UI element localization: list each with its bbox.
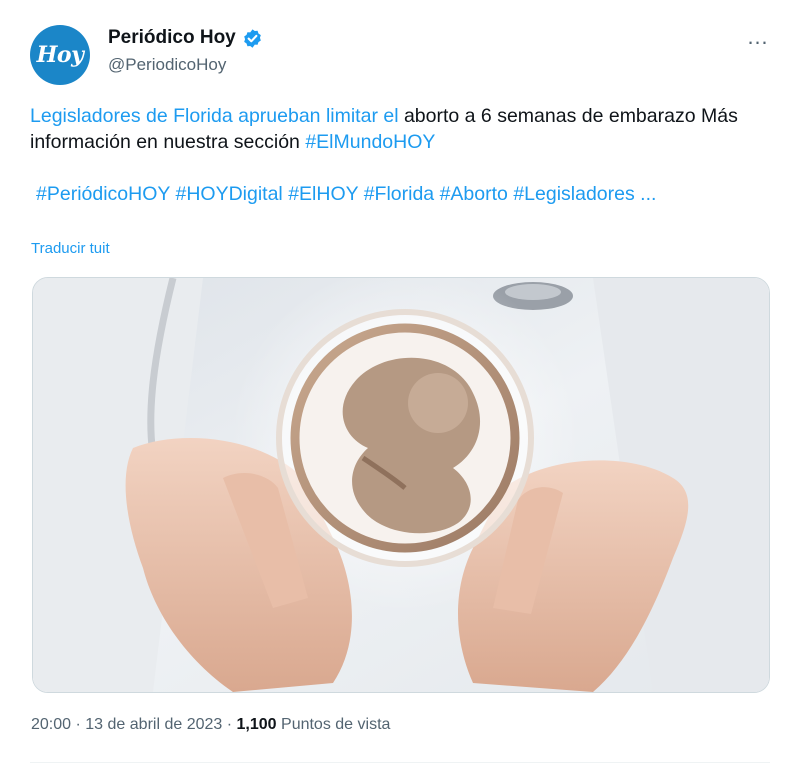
more-icon: … [746,24,770,49]
tweet-text: Legisladores de Florida aprueban limitar… [30,103,760,155]
tweet-link[interactable]: Legisladores de Florida aprueban limitar… [30,105,399,127]
hashtag[interactable]: #HOYDigital [175,183,282,205]
display-name[interactable]: Periódico Hoy [108,27,236,49]
tweet-media-image[interactable] [32,277,770,693]
tweet-time[interactable]: 20:00 [31,716,71,733]
author-handle[interactable]: @PeriodicoHoy [108,55,226,75]
hashtag[interactable]: #PeriódicoHOY [36,183,170,205]
hashtag[interactable]: #ElHOY [288,183,358,205]
tweet-date[interactable]: 13 de abril de 2023 [85,716,222,733]
more-options-button[interactable]: … [740,22,776,52]
verified-badge-icon [242,28,263,49]
avatar[interactable]: Hoy [30,25,90,85]
divider [30,762,770,763]
hashtag[interactable]: #Legisladores ... [513,183,656,205]
tweet-metadata: 20:00 · 13 de abril de 2023 · 1,100 Punt… [31,716,390,734]
views-label: Puntos de vista [281,716,391,733]
tweet-card: Hoy Periódico Hoy @PeriodicoHoy … Legisl… [0,0,800,765]
hashtag[interactable]: #Florida [364,183,434,205]
meta-separator: · [226,716,233,733]
views-count: 1,100 [236,716,277,733]
meta-separator: · [75,716,81,733]
hashtag-line: #PeriódicoHOY #HOYDigital #ElHOY #Florid… [36,181,766,207]
avatar-logo-text: Hoy [36,42,84,68]
translate-tweet-link[interactable]: Traducir tuit [31,240,110,257]
hashtag[interactable]: #Aborto [440,183,508,205]
hashtag-elmundohoy[interactable]: #ElMundoHOY [305,131,435,153]
author-name-row: Periódico Hoy [108,27,263,49]
fetus-in-hands-image [33,278,769,692]
